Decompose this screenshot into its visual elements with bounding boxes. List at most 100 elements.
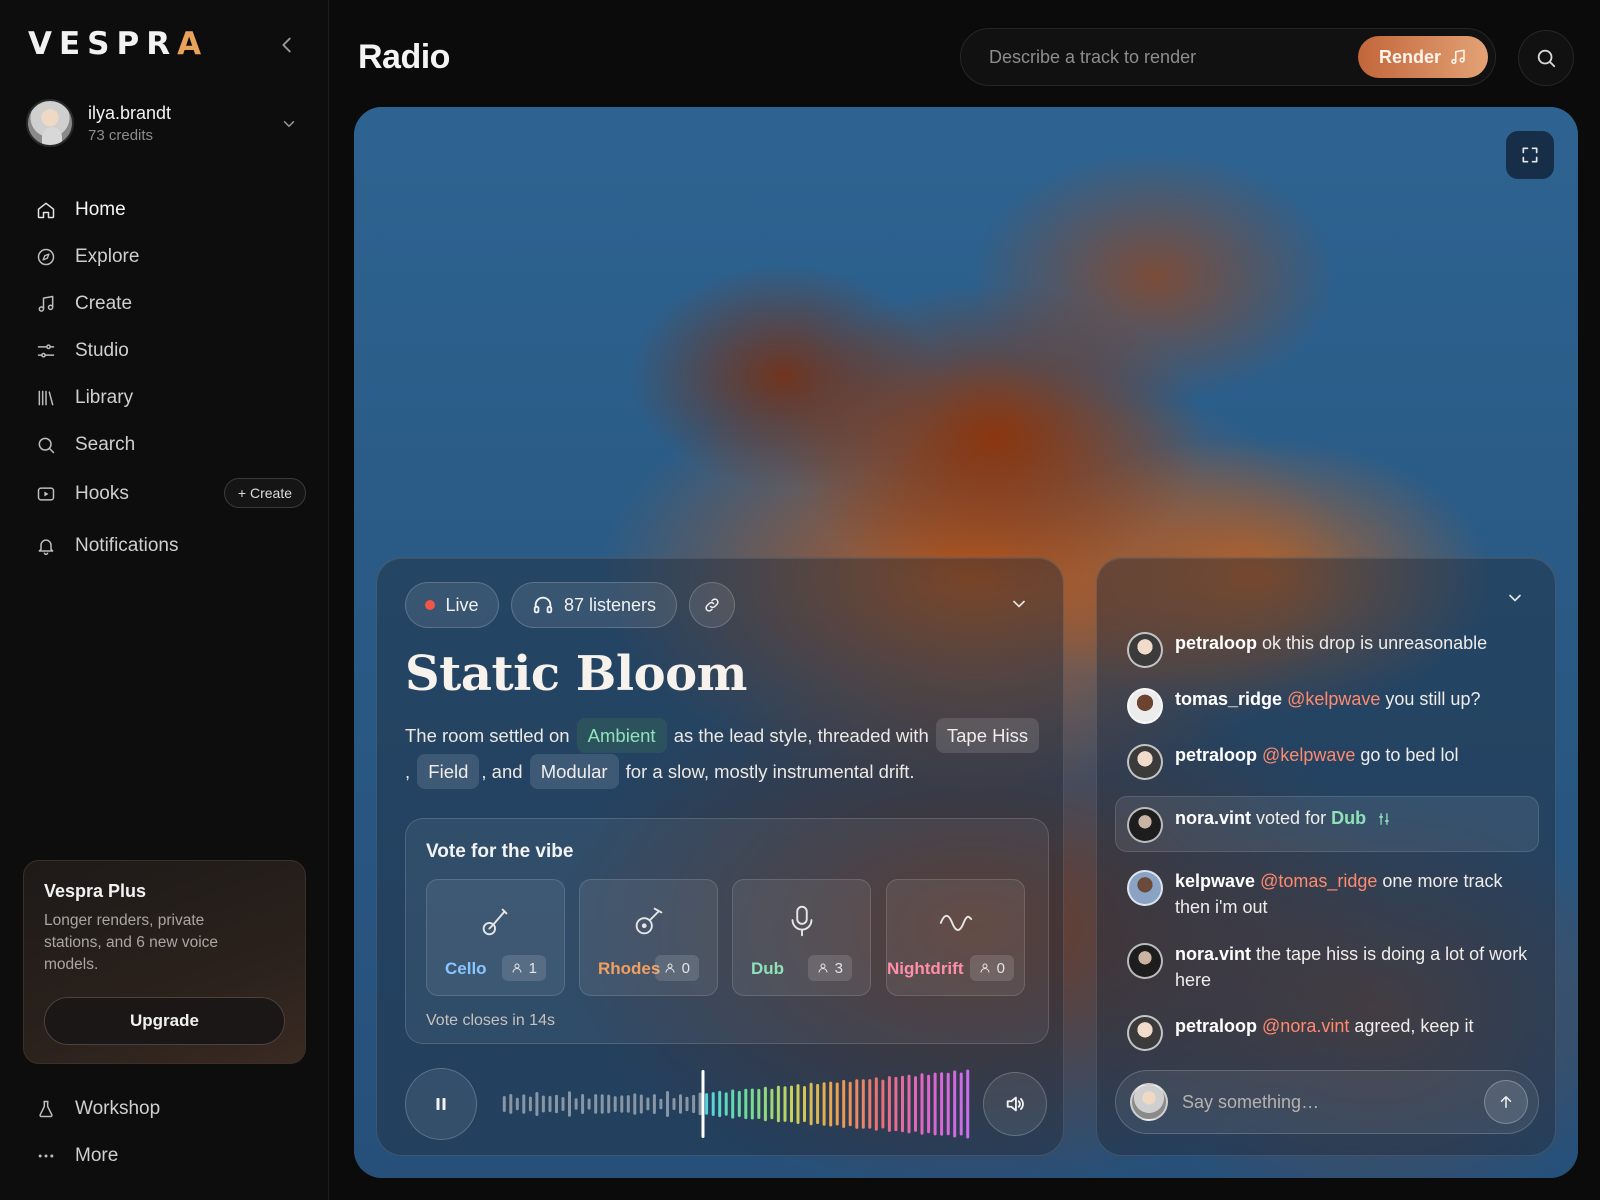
waveform-bar [901, 1075, 904, 1133]
nav-item-search[interactable]: Search [36, 421, 306, 468]
waveform-bar [920, 1073, 924, 1135]
waveform-bar [822, 1082, 826, 1126]
waveform-bar [639, 1094, 643, 1114]
waveform-bar [574, 1098, 578, 1110]
message-author[interactable]: kelpwave [1175, 871, 1255, 891]
avatar [1127, 688, 1163, 724]
waveform-bar [887, 1076, 891, 1132]
create-hook-button[interactable]: + Create [223, 478, 306, 508]
desc-text: for a slow, mostly instrumental drift. [625, 761, 915, 782]
desc-text: , and [481, 761, 523, 782]
mention[interactable]: @kelpwave [1287, 689, 1380, 709]
waveform-bar [946, 1072, 950, 1136]
message-author[interactable]: tomas_ridge [1175, 689, 1282, 709]
waveform-bar [672, 1097, 676, 1111]
chevron-down-icon [280, 115, 298, 133]
nav-item-label: Workshop [75, 1097, 161, 1119]
vote-option-nightdrift[interactable]: Nightdrift 0 [886, 879, 1025, 996]
collapse-sidebar-button[interactable] [276, 34, 298, 56]
vote-option-name: Nightdrift [887, 959, 964, 978]
nav-item-workshop[interactable]: Workshop [36, 1085, 306, 1132]
avatar [1127, 1015, 1163, 1051]
nav-item-explore[interactable]: Explore [36, 233, 306, 280]
waveform-bar [705, 1093, 709, 1115]
message-author[interactable]: petraloop [1175, 745, 1257, 765]
bell-icon [38, 539, 54, 556]
page-title: Radio [358, 38, 450, 76]
message-author[interactable]: nora.vint [1175, 944, 1251, 964]
vote-option-dub[interactable]: Dub 3 [732, 879, 871, 996]
nav-item-hooks[interactable]: Hooks + Create [36, 468, 306, 520]
track-prompt-input[interactable] [989, 29, 1339, 85]
nav-item-more[interactable]: More [36, 1132, 306, 1179]
fullscreen-button[interactable] [1506, 131, 1554, 179]
playhead[interactable] [701, 1070, 705, 1138]
waveform-bar [770, 1088, 774, 1120]
nav-item-studio[interactable]: Studio [36, 327, 306, 374]
play-square-icon [37, 487, 55, 501]
waveform-scrubber[interactable] [501, 1068, 971, 1140]
share-link-button[interactable] [689, 582, 735, 628]
wave-icon [939, 914, 972, 931]
waveform-bar [652, 1094, 656, 1114]
listeners-badge[interactable]: 87 listeners [511, 582, 677, 628]
style-tag-lead[interactable]: Ambient [576, 718, 667, 753]
volume-button[interactable] [983, 1072, 1047, 1136]
upgrade-card: Vespra Plus Longer renders, private stat… [23, 860, 306, 1064]
waveform-bar [515, 1097, 519, 1111]
chat-composer [1115, 1070, 1539, 1134]
pause-icon [436, 1098, 446, 1110]
vote-option-name: Rhodes [598, 959, 661, 978]
upgrade-button[interactable]: Upgrade [44, 997, 285, 1045]
waveform-bar [528, 1096, 532, 1112]
style-tag[interactable]: Tape Hiss [935, 718, 1040, 753]
collapse-chat-button[interactable] [1505, 588, 1525, 608]
waveform-bar [855, 1079, 859, 1129]
waveform-bar [750, 1088, 754, 1120]
listeners-count: 87 listeners [563, 594, 657, 615]
send-message-button[interactable] [1484, 1080, 1528, 1124]
main-nav: Home Explore Create Studio Library Searc… [36, 186, 306, 572]
collapse-player-button[interactable] [1009, 594, 1029, 614]
live-label: Live [445, 594, 479, 615]
user-account-menu[interactable]: ilya.brandt 73 credits [26, 99, 306, 153]
vote-count-value: 0 [681, 959, 690, 977]
nav-item-notifications[interactable]: Notifications [36, 520, 306, 572]
waveform-bar [829, 1081, 833, 1127]
message-author[interactable]: petraloop [1175, 633, 1257, 653]
nav-item-label: Studio [75, 339, 129, 361]
waveform-bar [666, 1091, 669, 1117]
waveform-bar [783, 1086, 787, 1122]
nav-item-home[interactable]: Home [36, 186, 306, 233]
style-tag[interactable]: Modular [529, 754, 619, 789]
style-tag[interactable]: Field [417, 754, 480, 789]
chat-input[interactable] [1182, 1071, 1462, 1133]
mention[interactable]: @kelpwave [1262, 745, 1355, 765]
user-name: ilya.brandt [88, 103, 172, 123]
track-description: The room settled on Ambient as the lead … [405, 718, 1045, 790]
message-text: petraloop @nora.vint agreed, keep it [1175, 1013, 1535, 1039]
mention[interactable]: @tomas_ridge [1260, 871, 1377, 891]
vote-option-cello[interactable]: Cello 1 [426, 879, 565, 996]
render-button[interactable]: Render [1358, 36, 1488, 78]
vote-count: 1 [501, 955, 546, 981]
app-logo[interactable]: VESPRA [28, 26, 208, 62]
global-search-button[interactable] [1518, 30, 1574, 86]
waveform-bar [711, 1092, 715, 1116]
waveform-bar [685, 1096, 689, 1112]
pause-button[interactable] [405, 1068, 477, 1140]
plus-description: Longer renders, private stations, and 6 … [44, 912, 219, 973]
search-icon [1537, 49, 1556, 68]
mention[interactable]: @nora.vint [1262, 1016, 1349, 1036]
nav-item-create[interactable]: Create [36, 280, 306, 327]
waveform-bar [809, 1082, 813, 1126]
nav-item-library[interactable]: Library [36, 374, 306, 421]
waveform-bar [757, 1088, 761, 1119]
vote-option-rhodes[interactable]: Rhodes 0 [579, 879, 718, 996]
sliders-icon [1379, 813, 1389, 825]
desc-text: The room settled on [405, 725, 570, 746]
waveform-bar [842, 1079, 846, 1128]
message-author[interactable]: nora.vint [1175, 808, 1251, 828]
message-author[interactable]: petraloop [1175, 1016, 1257, 1036]
message-text: tomas_ridge @kelpwave you still up? [1175, 686, 1535, 712]
